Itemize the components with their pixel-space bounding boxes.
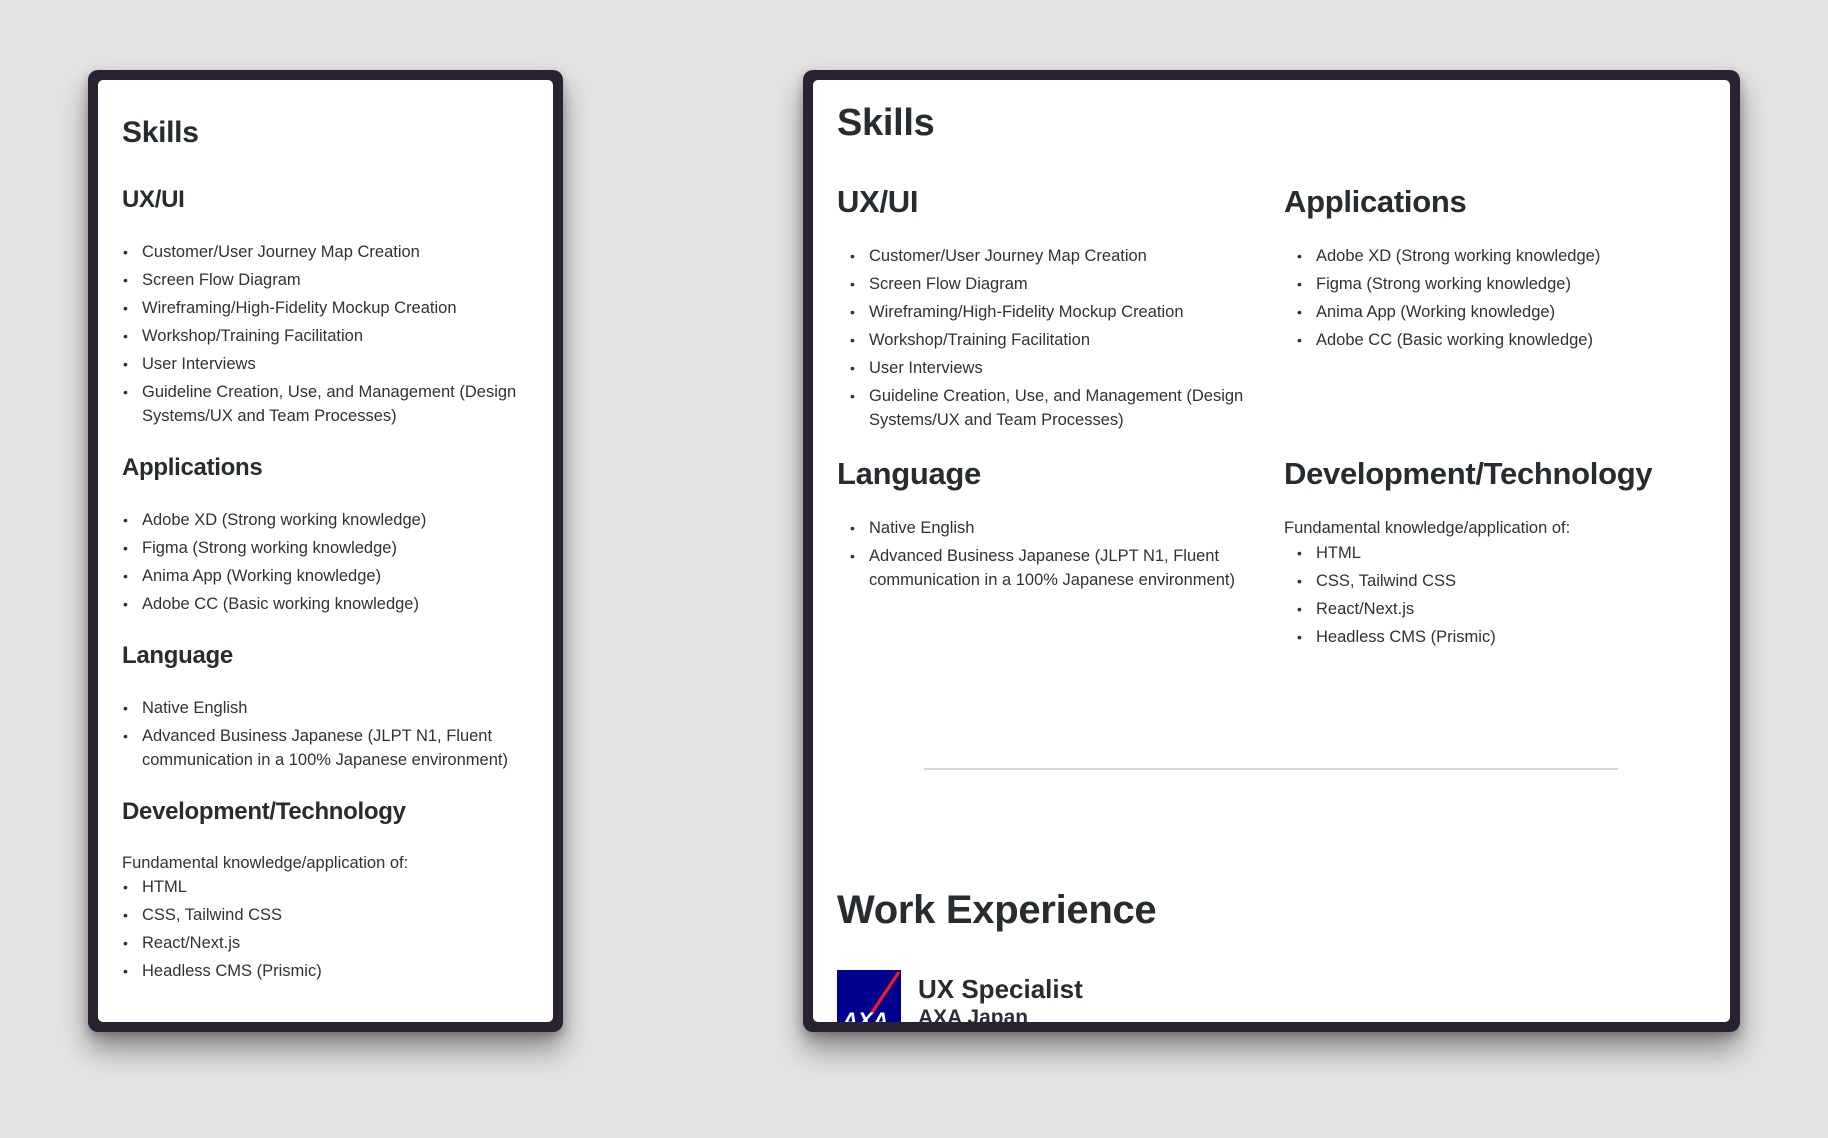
list-item: • React/Next.js: [1297, 600, 1415, 618]
list-item: • Adobe XD (Strong working knowledge): [1297, 247, 1601, 265]
desktop-preview-screen: Skills UX/UI • Customer/User Journey Map …: [813, 80, 1730, 1022]
axa-logo-graphic: AXA: [837, 970, 901, 1022]
company-name: AXA Japan: [918, 1006, 1029, 1022]
list-item: • Wireframing/High-Fidelity Mockup Creati…: [123, 299, 457, 317]
list-item: • Anima App (Working knowledge): [1297, 303, 1556, 321]
list-item: • Figma (Strong working knowledge): [1297, 275, 1571, 293]
list-item: • Figma (Strong working knowledge): [123, 539, 397, 557]
list-item: • User Interviews: [850, 359, 983, 377]
axa-logo-text: AXA: [841, 1008, 888, 1022]
list-item-continuation: Systems/UX and Team Processes): [869, 411, 1124, 429]
mobile-preview-screen: Skills UX/UI • Customer/User Journey Map …: [98, 80, 553, 1022]
list-item: • Adobe XD (Strong working knowledge): [123, 511, 427, 529]
uxui-heading: UX/UI: [837, 184, 919, 219]
list-item: • Advanced Business Japanese (JLPT N1, Fl…: [850, 547, 1220, 565]
list-item: • Native English: [850, 519, 975, 537]
development-heading: Development/Technology: [122, 798, 406, 825]
applications-heading: Applications: [122, 454, 263, 481]
skills-heading: Skills: [122, 116, 199, 149]
axa-logo-icon: AXA: [837, 970, 901, 1022]
applications-heading: Applications: [1284, 184, 1467, 219]
list-item: • Advanced Business Japanese (JLPT N1, Fl…: [123, 727, 493, 745]
skills-heading: Skills: [837, 102, 935, 144]
list-item-continuation: communication in a 100% Japanese environ…: [142, 751, 508, 769]
list-item: • Screen Flow Diagram: [123, 271, 301, 289]
list-item: • Customer/User Journey Map Creation: [850, 247, 1147, 265]
list-item: • Screen Flow Diagram: [850, 275, 1028, 293]
mobile-preview-frame: Skills UX/UI • Customer/User Journey Map …: [88, 70, 563, 1032]
work-experience-heading: Work Experience: [837, 888, 1157, 932]
list-item: • Guideline Creation, Use, and Management…: [123, 383, 517, 401]
section-divider: [924, 768, 1618, 770]
list-item: • CSS, Tailwind CSS: [123, 906, 283, 924]
list-item: • HTML: [123, 878, 187, 896]
list-item: • Adobe CC (Basic working knowledge): [123, 595, 419, 613]
development-intro: Fundamental knowledge/application of:: [1284, 519, 1571, 537]
list-item: • Workshop/Training Facilitation: [850, 331, 1091, 349]
list-item: • Wireframing/High-Fidelity Mockup Creati…: [850, 303, 1184, 321]
list-item-continuation: Systems/UX and Team Processes): [142, 407, 397, 425]
list-item-continuation: communication in a 100% Japanese environ…: [869, 571, 1235, 589]
list-item: • Workshop/Training Facilitation: [123, 327, 364, 345]
list-item: • Adobe CC (Basic working knowledge): [1297, 331, 1593, 349]
list-item: • Guideline Creation, Use, and Management…: [850, 387, 1244, 405]
language-heading: Language: [122, 642, 233, 669]
list-item: • Native English: [123, 699, 248, 717]
list-item: • CSS, Tailwind CSS: [1297, 572, 1457, 590]
list-item: • Headless CMS (Prismic): [123, 962, 322, 980]
list-item: • Headless CMS (Prismic): [1297, 628, 1496, 646]
list-item: • React/Next.js: [123, 934, 241, 952]
list-item: • Anima App (Working knowledge): [123, 567, 382, 585]
list-item: • Customer/User Journey Map Creation: [123, 243, 420, 261]
list-item: • HTML: [1297, 544, 1361, 562]
development-heading: Development/Technology: [1284, 456, 1653, 491]
list-item: • User Interviews: [123, 355, 256, 373]
uxui-heading: UX/UI: [122, 186, 185, 213]
desktop-preview-frame: Skills UX/UI • Customer/User Journey Map …: [803, 70, 1740, 1032]
language-heading: Language: [837, 456, 982, 491]
development-intro: Fundamental knowledge/application of:: [122, 854, 409, 872]
job-title: UX Specialist: [918, 974, 1083, 1004]
